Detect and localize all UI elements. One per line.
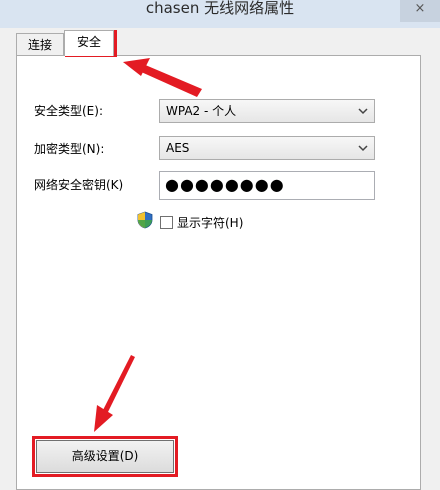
shield-icon [137,211,153,229]
properties-window: chasen 无线网络属性 × 连接 安全 安全类型(E): WPA2 - 个人… [0,0,440,490]
tab-connection[interactable]: 连接 [16,33,64,55]
security-type-select[interactable]: WPA2 - 个人 [159,99,375,123]
chevron-down-icon [358,145,368,152]
encryption-type-label: 加密类型(N): [34,142,105,156]
window-title: chasen 无线网络属性 [145,0,295,17]
security-type-value: WPA2 - 个人 [166,104,237,118]
dialog-right-border [421,28,440,490]
close-button[interactable]: × [400,0,440,22]
title-bar: chasen 无线网络属性 × [0,0,440,28]
network-key-field[interactable]: ●●●●●●●● [159,171,375,200]
show-characters-checkbox[interactable] [160,216,173,229]
network-key-label: 网络安全密钥(K) [34,178,124,192]
encryption-type-value: AES [166,141,190,155]
show-characters-label: 显示字符(H) [177,216,244,230]
security-type-label: 安全类型(E): [34,104,103,118]
dialog-left-border [0,28,16,490]
chevron-down-icon [358,108,368,115]
advanced-button-highlight [32,436,178,477]
tab-security[interactable]: 安全 [64,30,114,56]
close-icon: × [414,1,426,16]
encryption-type-select[interactable]: AES [159,136,375,160]
